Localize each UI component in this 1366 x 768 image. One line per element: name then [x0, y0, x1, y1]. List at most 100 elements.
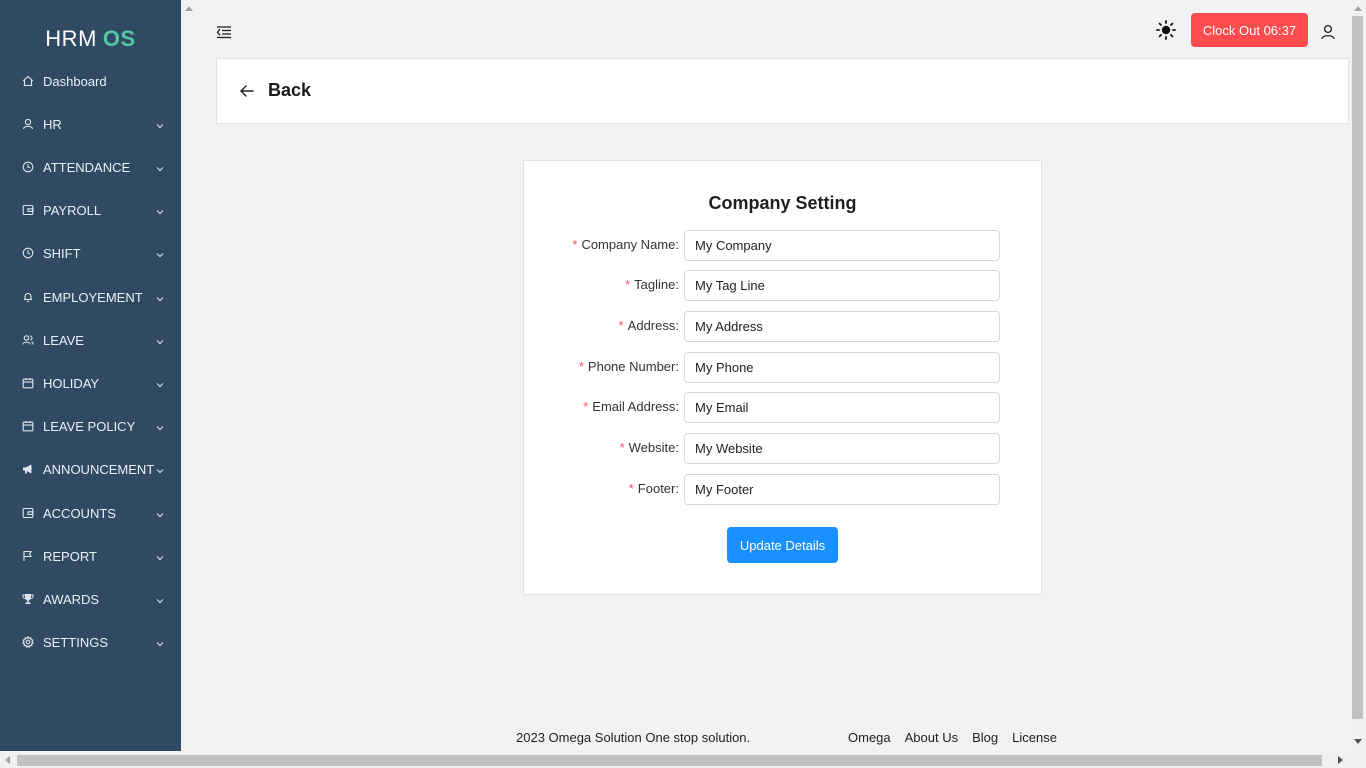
- sidebar-item-label: HOLIDAY: [43, 375, 100, 391]
- required-mark: *: [618, 318, 624, 333]
- field-label-text: Tagline: [634, 277, 676, 292]
- users-icon: [22, 334, 34, 346]
- sidebar: HRM OS Dashboard HR ATTENDANCE PAYROLL SHIFT E…: [0, 0, 181, 751]
- field-label-address: * Address:: [618, 318, 679, 333]
- footer-copyright: 2023 Omega Solution One stop solution.: [516, 730, 751, 745]
- calendar-icon: [22, 377, 34, 389]
- sidebar-item-announcement[interactable]: ANNOUNCEMENT: [0, 454, 181, 484]
- footer-link-license[interactable]: License: [1012, 730, 1057, 745]
- sidebar-item-label: Dashboard: [43, 73, 107, 89]
- form-row-company-name: * Company Name:: [524, 230, 1041, 262]
- chevron-down-icon: [156, 593, 164, 604]
- chevron-down-icon: [156, 161, 164, 172]
- field-label-text: Phone Number: [587, 359, 676, 374]
- gear-icon: [22, 636, 34, 648]
- sidebar-item-label: EMPLOYEMENT: [43, 289, 143, 305]
- scroll-left-icon[interactable]: [5, 756, 10, 764]
- vertical-scroll-thumb[interactable]: [1352, 16, 1363, 719]
- sidebar-item-label: REPORT: [43, 548, 97, 564]
- calendar-icon: [22, 420, 34, 432]
- sidebar-item-label: ATTENDANCE: [43, 159, 131, 175]
- sidebar-item-settings[interactable]: SETTINGS: [0, 627, 181, 657]
- scroll-right-icon[interactable]: [1338, 756, 1343, 764]
- form-row-phone-number: * Phone Number:: [524, 352, 1041, 384]
- clock-out-button[interactable]: Clock Out 06:37: [1191, 13, 1308, 47]
- field-label-phone-number: * Phone Number:: [578, 359, 679, 374]
- sidebar-item-label: SETTINGS: [43, 634, 109, 650]
- form-row-website: * Website:: [524, 433, 1041, 465]
- sidebar-item-accounts[interactable]: ACCOUNTS: [0, 498, 181, 528]
- horizontal-scrollbar[interactable]: [0, 752, 1366, 768]
- chevron-down-icon: [156, 420, 164, 431]
- sidebar-item-dashboard[interactable]: Dashboard: [0, 66, 181, 96]
- back-header-card: Back: [216, 58, 1349, 124]
- sidebar-item-payroll[interactable]: PAYROLL: [0, 195, 181, 225]
- footer-link-about-us[interactable]: About Us: [905, 730, 958, 745]
- trophy-icon: [22, 593, 34, 605]
- update-details-button[interactable]: Update Details: [727, 527, 838, 563]
- sidebar-item-report[interactable]: REPORT: [0, 541, 181, 571]
- sidebar-item-label: ACCOUNTS: [43, 505, 116, 521]
- chevron-down-icon: [156, 118, 164, 129]
- field-label-website: * Website:: [619, 440, 679, 455]
- sidebar-item-attendance[interactable]: ATTENDANCE: [0, 152, 181, 182]
- required-mark: *: [619, 440, 625, 455]
- chevron-down-icon: [156, 247, 164, 258]
- arrow-left-icon: [240, 84, 254, 97]
- clock-icon: [22, 247, 34, 259]
- menu-toggle-icon[interactable]: [216, 24, 232, 40]
- sidebar-item-leave[interactable]: LEAVE: [0, 325, 181, 355]
- wallet-icon: [22, 507, 34, 519]
- address-input[interactable]: [684, 311, 1000, 342]
- sidebar-item-employement[interactable]: EMPLOYEMENT: [0, 282, 181, 312]
- sidebar-item-shift[interactable]: SHIFT: [0, 238, 181, 268]
- email-address-input[interactable]: [684, 392, 1000, 423]
- back-button[interactable]: Back: [239, 80, 311, 101]
- back-label: Back: [268, 80, 312, 100]
- footer-input[interactable]: [684, 474, 1000, 505]
- sidebar-item-label: LEAVE: [43, 332, 84, 348]
- footer-link-blog[interactable]: Blog: [972, 730, 998, 745]
- website-input[interactable]: [684, 433, 1000, 464]
- home-icon: [22, 75, 34, 87]
- scroll-up-icon[interactable]: [1354, 6, 1362, 11]
- chevron-down-icon: [156, 291, 164, 302]
- sidebar-item-label: AWARDS: [43, 591, 100, 607]
- vertical-scrollbar[interactable]: [1350, 0, 1366, 752]
- flag-icon: [22, 550, 34, 562]
- sidebar-item-leave-policy[interactable]: LEAVE POLICY: [0, 411, 181, 441]
- field-label-email-address: * Email Address:: [583, 399, 679, 414]
- chevron-down-icon: [156, 377, 164, 388]
- field-label-footer: * Footer:: [628, 481, 679, 496]
- footer-link-omega[interactable]: Omega: [848, 730, 891, 745]
- bell-icon: [22, 291, 34, 303]
- form-row-tagline: * Tagline:: [524, 270, 1041, 302]
- chevron-down-icon: [156, 334, 164, 345]
- field-label-company-name: * Company Name:: [572, 237, 679, 252]
- chevron-down-icon: [156, 463, 164, 474]
- scroll-down-icon[interactable]: [1354, 739, 1362, 744]
- sidebar-item-awards[interactable]: AWARDS: [0, 584, 181, 614]
- chevron-down-icon: [156, 507, 164, 518]
- field-label-text: Footer: [637, 481, 676, 496]
- chevron-down-icon: [156, 636, 164, 647]
- form-row-email-address: * Email Address:: [524, 392, 1041, 424]
- sidebar-item-label: HR: [43, 116, 62, 132]
- field-label-text: Email Address: [592, 399, 676, 414]
- theme-toggle-sun-icon[interactable]: [1156, 20, 1176, 40]
- chevron-down-icon: [156, 550, 164, 561]
- sidebar-item-hr[interactable]: HR: [0, 109, 181, 139]
- user-profile-icon[interactable]: [1321, 24, 1335, 40]
- logo-accent: OS: [102, 26, 136, 51]
- required-mark: *: [628, 481, 634, 496]
- company-name-input[interactable]: [684, 230, 1000, 261]
- field-label-tagline: * Tagline:: [625, 277, 679, 292]
- horizontal-scroll-thumb[interactable]: [17, 755, 1322, 766]
- logo-main: HRM: [45, 26, 97, 51]
- tagline-input[interactable]: [684, 270, 1000, 301]
- footer-links: Omega About Us Blog License: [848, 730, 1057, 745]
- scroll-up-arrow[interactable]: [185, 6, 193, 11]
- required-mark: *: [583, 399, 589, 414]
- phone-number-input[interactable]: [684, 352, 1000, 383]
- sidebar-item-holiday[interactable]: HOLIDAY: [0, 368, 181, 398]
